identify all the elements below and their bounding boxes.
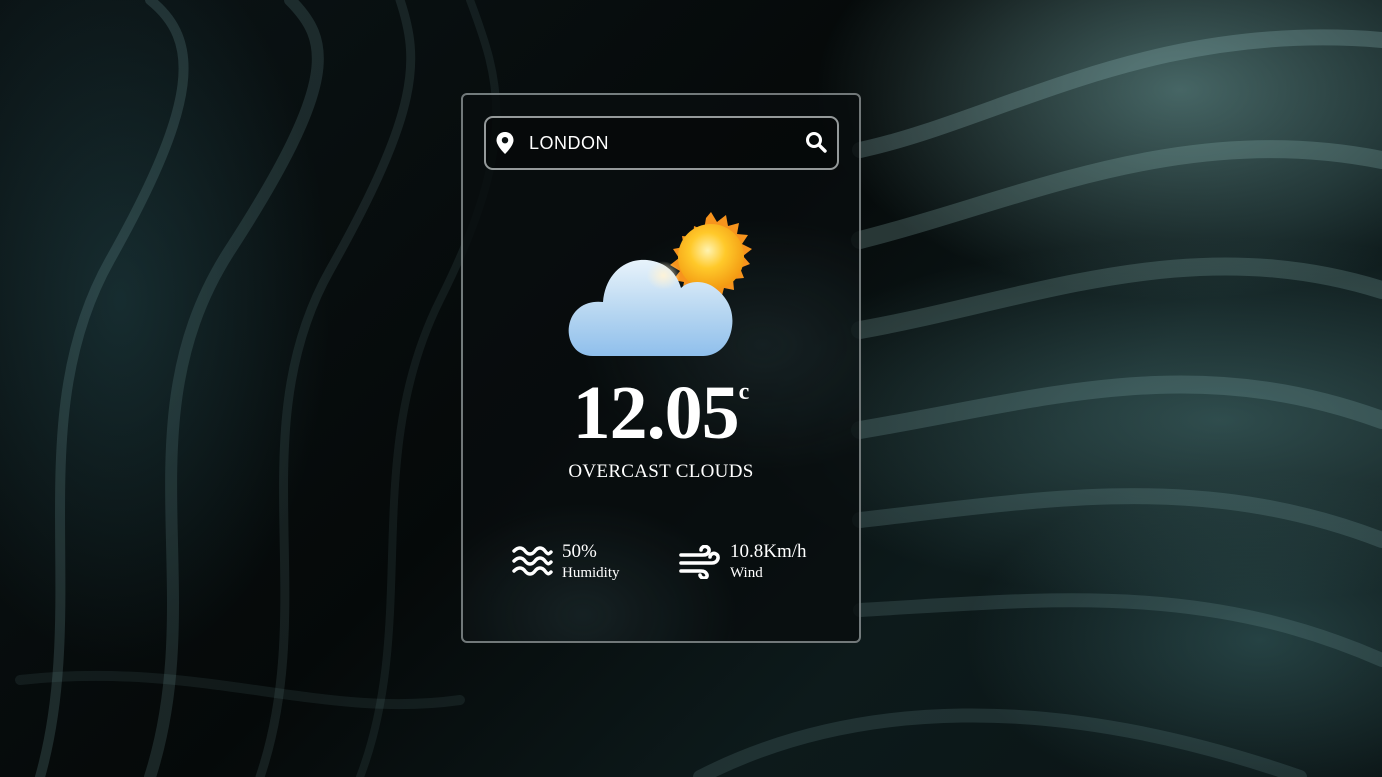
wind-label: Wind bbox=[730, 565, 763, 581]
map-pin-icon bbox=[496, 132, 514, 154]
city-search-input[interactable] bbox=[527, 128, 801, 158]
humidity-value: 50% bbox=[562, 541, 597, 562]
weather-card: 12.05c OVERCAST CLOUDS 50% Humidity 10.8… bbox=[461, 93, 861, 643]
weather-condition: OVERCAST CLOUDS bbox=[568, 461, 754, 482]
water-waves-icon bbox=[512, 546, 553, 576]
temperature-display: 12.05c bbox=[463, 373, 859, 453]
partly-cloudy-sun-icon bbox=[568, 212, 752, 356]
wind-value: 10.8Km/h bbox=[730, 541, 807, 562]
search-bar bbox=[484, 116, 839, 170]
wind-icon bbox=[679, 545, 720, 579]
search-icon[interactable] bbox=[805, 131, 827, 153]
humidity-label: Humidity bbox=[562, 565, 620, 581]
humidity-stat: 50% Humidity bbox=[511, 541, 671, 585]
temperature-value: 12.05 bbox=[572, 371, 740, 455]
temperature-unit: c bbox=[738, 379, 750, 405]
wind-stat: 10.8Km/h Wind bbox=[679, 541, 849, 585]
